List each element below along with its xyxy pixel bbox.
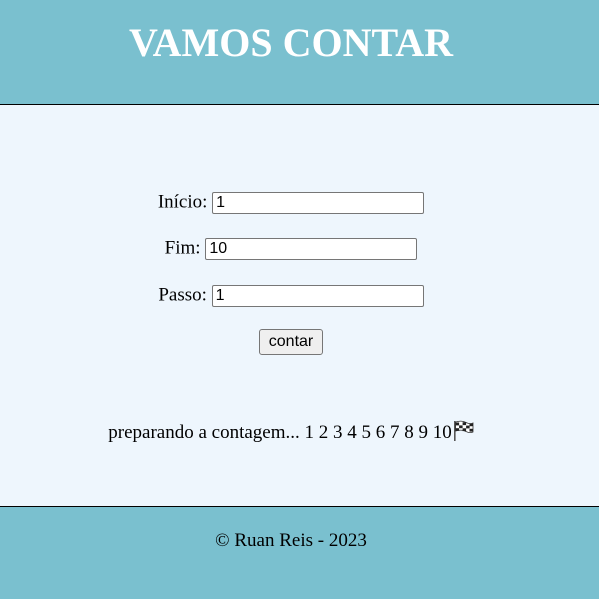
count-result: preparando a contagem... 1 2 3 4 5 6 7 8… (0, 420, 582, 446)
main-section: Início: Fim: Passo: contar preparando a … (0, 105, 599, 506)
checkered-flag-icon (452, 420, 474, 441)
footer-copyright: © Ruan Reis - 2023 (215, 530, 367, 551)
passo-input[interactable] (211, 284, 424, 307)
fim-row: Fim: (0, 235, 582, 261)
passo-row: Passo: (0, 282, 582, 308)
page-footer: © Ruan Reis - 2023 (0, 506, 599, 599)
passo-label: Passo: (158, 284, 207, 306)
button-row: contar (0, 328, 582, 355)
fim-input[interactable] (205, 237, 418, 260)
inicio-label: Início: (157, 191, 208, 213)
page-header: VAMOS CONTAR (0, 0, 599, 105)
result-prefix: preparando a contagem... (108, 422, 300, 443)
fim-label: Fim: (164, 237, 201, 259)
inicio-row: Início: (0, 189, 582, 215)
contar-button[interactable]: contar (258, 329, 324, 355)
result-numbers: 1 2 3 4 5 6 7 8 9 10 (304, 422, 452, 443)
page-title: VAMOS CONTAR (128, 20, 454, 65)
inicio-input[interactable] (212, 191, 425, 214)
